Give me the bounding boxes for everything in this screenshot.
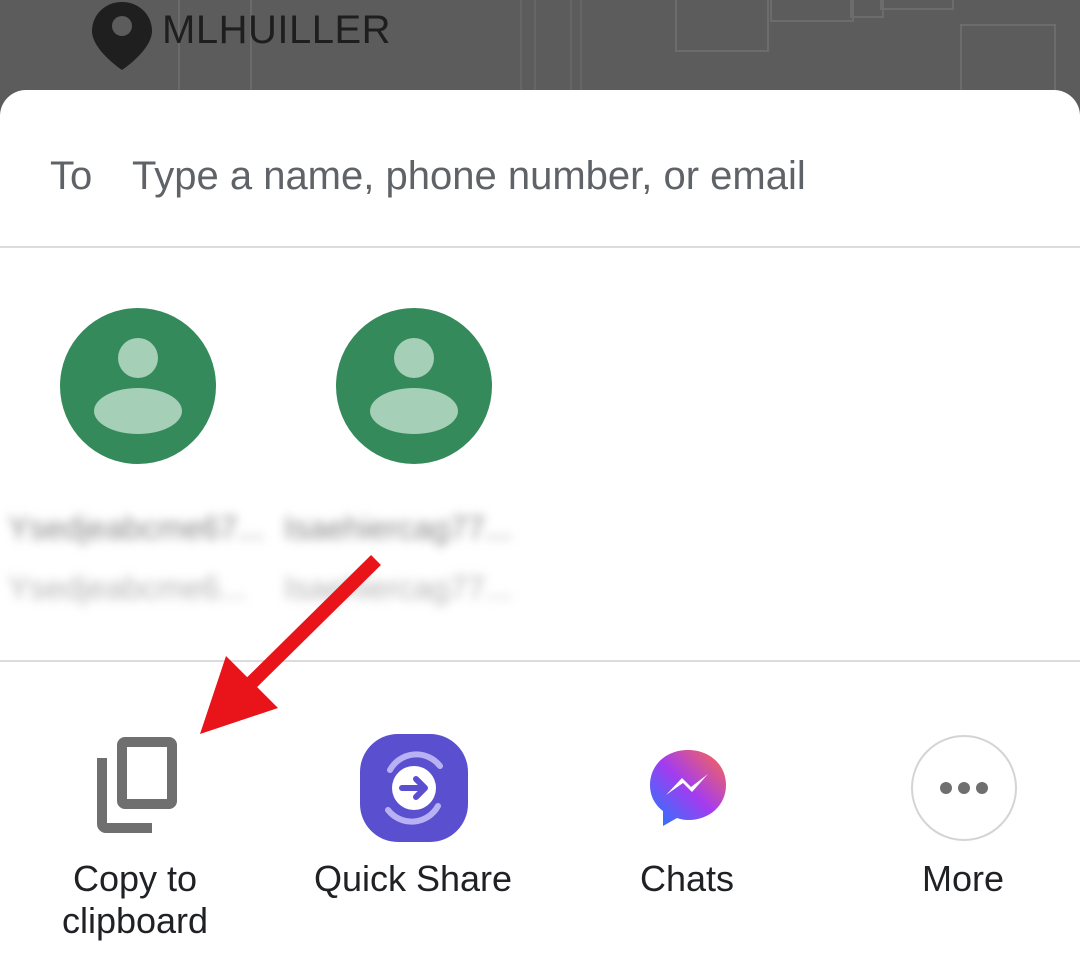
recipient-input[interactable] — [132, 150, 1012, 202]
copy-icon — [97, 737, 177, 833]
app-label: More — [921, 858, 1005, 899]
avatar — [60, 308, 216, 464]
more-icon — [911, 735, 1017, 841]
map-place-label: MLHUILLER — [162, 8, 392, 52]
share-targets: Copy to clipboard Quick Share Chats More — [0, 662, 1080, 970]
recipient-row: To — [0, 90, 1080, 248]
app-label: Chats — [639, 858, 735, 899]
suggested-contacts: Ysedjeabcme67... Ysedjeabcme6... Isaehie… — [0, 248, 1080, 662]
messenger-icon — [650, 750, 726, 826]
quick-share-icon — [360, 734, 468, 842]
app-label: Copy to clipboard — [61, 858, 209, 941]
to-label: To — [50, 154, 93, 198]
share-sheet: To Ysedjeabcme67... Ysedjeabcme6... Isae… — [0, 90, 1080, 970]
app-label: Quick Share — [313, 858, 513, 899]
annotation-arrow-icon — [200, 555, 381, 734]
more-button[interactable]: More — [828, 662, 1080, 962]
chats-button[interactable]: Chats — [552, 662, 822, 962]
map-pin-icon — [92, 2, 152, 70]
avatar — [336, 308, 492, 464]
